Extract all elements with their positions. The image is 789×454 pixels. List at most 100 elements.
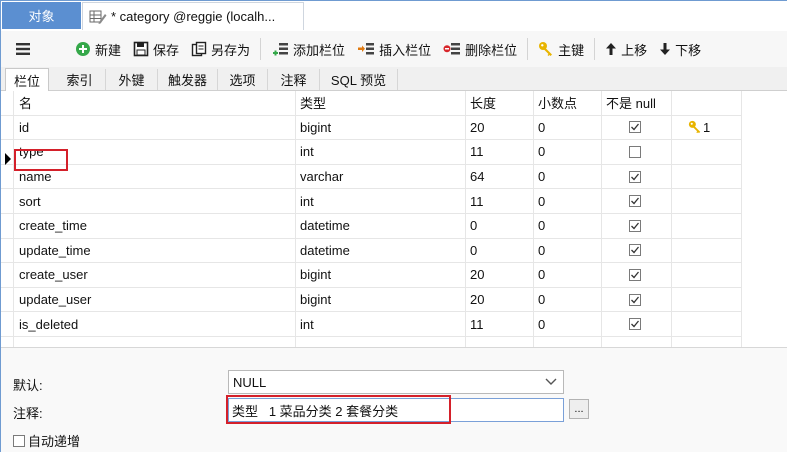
table-row[interactable]: type int 11 0 [1, 140, 741, 165]
not-null-checkbox[interactable] [629, 195, 641, 208]
field-length-cell[interactable]: 20 [470, 263, 484, 287]
default-value-text: NULL [233, 374, 267, 390]
add-column-button[interactable]: 添加栏位 [265, 36, 351, 62]
column-header-not-null[interactable]: 不是 null [606, 91, 656, 115]
field-length-cell[interactable]: 0 [470, 239, 477, 263]
field-length-cell[interactable]: 11 [470, 140, 484, 164]
save-button[interactable]: 保存 [127, 36, 185, 62]
move-up-button[interactable]: 上移 [599, 36, 653, 62]
auto-increment-checkbox[interactable] [13, 434, 25, 447]
table-row[interactable]: update_time datetime 0 0 [1, 239, 741, 264]
field-length-cell[interactable]: 11 [470, 189, 484, 213]
fields-grid: 名 类型 长度 小数点 不是 null id bigint 20 0 1 type int 1… [1, 91, 787, 348]
field-name-cell[interactable]: update_user [19, 288, 91, 312]
comment-browse-button[interactable]: ... [569, 399, 589, 419]
not-null-checkbox[interactable] [629, 121, 641, 134]
auto-increment-option[interactable]: 自动递增 [13, 431, 80, 450]
field-type-cell[interactable]: datetime [300, 214, 350, 238]
field-length-cell[interactable]: 20 [470, 116, 484, 140]
field-length-cell[interactable]: 64 [470, 165, 484, 189]
table-row[interactable]: update_user bigint 20 0 [1, 288, 741, 313]
tab-foreign-keys[interactable]: 外键 [106, 69, 158, 90]
move-down-button[interactable]: 下移 [653, 36, 707, 62]
check-icon [631, 246, 640, 254]
field-decimals-cell[interactable]: 0 [538, 312, 545, 336]
toolbar-divider [594, 38, 596, 60]
field-decimals-cell[interactable]: 0 [538, 165, 545, 189]
property-tabs: 栏位 索引 外键 触发器 选项 注释 SQL 预览 [1, 67, 787, 91]
default-value-select[interactable]: NULL [228, 370, 564, 394]
column-header-decimals[interactable]: 小数点 [538, 91, 577, 115]
tab-fields[interactable]: 栏位 [5, 68, 49, 91]
arrow-down-icon [660, 43, 671, 55]
column-header-name[interactable]: 名 [19, 91, 32, 115]
not-null-checkbox[interactable] [629, 268, 641, 281]
not-null-cell [629, 116, 641, 140]
field-type-cell[interactable]: bigint [300, 288, 331, 312]
table-row[interactable]: name varchar 64 0 [1, 165, 741, 190]
field-decimals-cell[interactable]: 0 [538, 263, 545, 287]
tab-editor-label: * category @reggie (localh... [111, 9, 276, 24]
tab-comments[interactable]: 注释 [268, 69, 320, 90]
delete-column-button[interactable]: 删除栏位 [437, 36, 523, 62]
field-name-cell[interactable]: sort [19, 189, 41, 213]
add-column-icon [273, 43, 289, 56]
not-null-checkbox[interactable] [629, 219, 641, 232]
field-decimals-cell[interactable]: 0 [538, 288, 545, 312]
grid-divider [741, 91, 742, 348]
table-row[interactable]: id bigint 20 0 1 [1, 116, 741, 141]
table-row[interactable]: create_user bigint 20 0 [1, 263, 741, 288]
field-name-cell[interactable]: is_deleted [19, 312, 78, 336]
not-null-checkbox[interactable] [629, 145, 641, 158]
tab-objects[interactable]: 对象 [2, 2, 81, 29]
tab-sql-preview[interactable]: SQL 预览 [320, 69, 398, 90]
row-selection-marker [5, 153, 11, 165]
field-length-cell[interactable]: 0 [470, 214, 477, 238]
field-type-cell[interactable]: int [300, 140, 314, 164]
tab-category-editor[interactable]: * category @reggie (localh... [82, 2, 304, 30]
table-row[interactable]: create_time datetime 0 0 [1, 214, 741, 239]
primary-key-label: 主键 [558, 42, 585, 58]
field-name-cell[interactable]: id [19, 116, 29, 140]
field-type-cell[interactable]: int [300, 312, 314, 336]
field-type-cell[interactable]: bigint [300, 116, 331, 140]
table-design-icon [89, 10, 107, 24]
hamburger-icon [16, 43, 30, 55]
tab-indexes[interactable]: 索引 [54, 69, 106, 90]
field-type-cell[interactable]: varchar [300, 165, 343, 189]
field-type-cell[interactable]: datetime [300, 239, 350, 263]
menu-button[interactable] [1, 36, 49, 62]
not-null-checkbox[interactable] [629, 244, 641, 257]
not-null-checkbox[interactable] [629, 318, 641, 331]
field-decimals-cell[interactable]: 0 [538, 140, 545, 164]
primary-key-button[interactable]: 主键 [532, 36, 590, 62]
column-header-length[interactable]: 长度 [470, 91, 496, 115]
table-row[interactable]: sort int 11 0 [1, 189, 741, 214]
field-length-cell[interactable]: 20 [470, 288, 484, 312]
field-type-cell[interactable]: int [300, 189, 314, 213]
field-type-cell[interactable]: bigint [300, 263, 331, 287]
save-as-button[interactable]: 另存为 [185, 36, 256, 62]
field-decimals-cell[interactable]: 0 [538, 116, 545, 140]
tab-options[interactable]: 选项 [218, 69, 268, 90]
field-name-cell[interactable]: update_time [19, 239, 91, 263]
save-label: 保存 [153, 42, 180, 58]
grid-header: 名 类型 长度 小数点 不是 null [1, 91, 741, 116]
field-name-cell[interactable]: create_user [19, 263, 88, 287]
field-decimals-cell[interactable]: 0 [538, 189, 545, 213]
not-null-cell [629, 239, 641, 263]
add-column-label: 添加栏位 [293, 42, 346, 58]
table-row[interactable]: is_deleted int 11 0 [1, 312, 741, 337]
save-as-label: 另存为 [211, 42, 251, 58]
default-label: 默认: [13, 378, 43, 393]
insert-column-button[interactable]: 插入栏位 [351, 36, 437, 62]
not-null-checkbox[interactable] [629, 170, 641, 183]
field-decimals-cell[interactable]: 0 [538, 239, 545, 263]
field-length-cell[interactable]: 11 [470, 312, 484, 336]
not-null-checkbox[interactable] [629, 293, 641, 306]
new-button[interactable]: 新建 [69, 36, 127, 62]
column-header-type[interactable]: 类型 [300, 91, 326, 115]
field-name-cell[interactable]: create_time [19, 214, 87, 238]
tab-triggers[interactable]: 触发器 [158, 69, 218, 90]
field-decimals-cell[interactable]: 0 [538, 214, 545, 238]
